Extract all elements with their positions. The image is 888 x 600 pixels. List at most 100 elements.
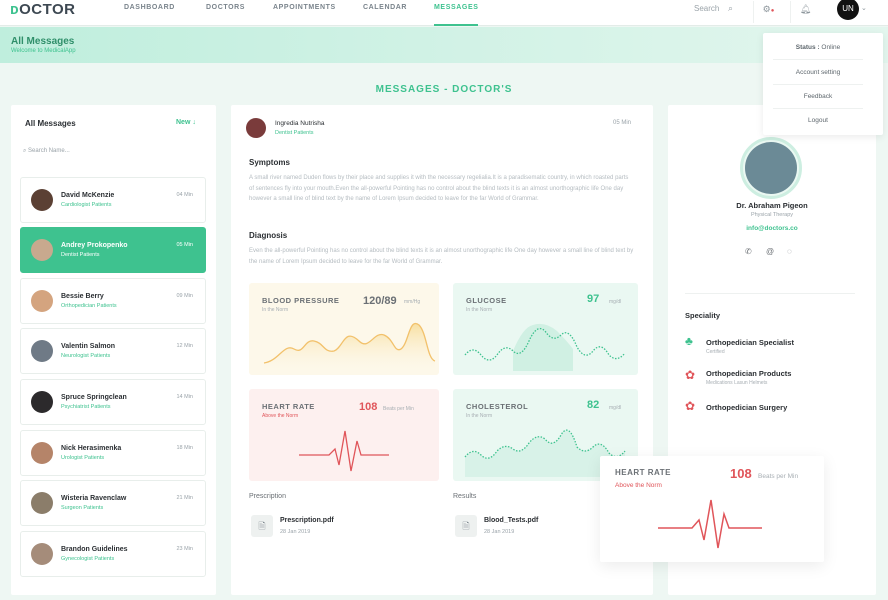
contact-specialty: Dentist Patients xyxy=(61,252,100,258)
messages-list-panel: All Messages New ↓ ⌕ Search Name... Davi… xyxy=(11,105,216,595)
avatar xyxy=(31,492,53,514)
contact-item[interactable]: Wisteria Ravenclaw Surgeon Patients 21 M… xyxy=(20,480,206,526)
contact-time: 14 Min xyxy=(176,394,193,400)
heart-rate-wave xyxy=(299,430,389,472)
user-avatar[interactable]: UN xyxy=(837,0,859,20)
contact-time: 04 Min xyxy=(176,192,193,198)
symptoms-text: A small river named Duden flows by their… xyxy=(249,175,629,202)
pdf-file-icon[interactable]: 🗎︎ xyxy=(455,515,477,537)
conversation-specialty: Dentist Patients xyxy=(275,130,314,136)
doctor-avatar xyxy=(745,142,797,194)
surgery-icon: ✿ xyxy=(685,399,696,413)
contact-item[interactable]: Nick Herasimenka Urologist Patients 18 M… xyxy=(20,430,206,476)
products-icon: ✿ xyxy=(685,368,696,382)
glucose-card[interactable]: GLUCOSE In the Norm 97 mg/dl xyxy=(453,283,638,375)
file-name[interactable]: Blood_Tests.pdf xyxy=(484,517,538,524)
contact-item-selected[interactable]: Andrey Prokopenko Dentist Patients 05 Mi… xyxy=(20,227,206,273)
contact-name: David McKenzie xyxy=(61,192,115,199)
search-icon[interactable]: ⌕ xyxy=(728,3,733,14)
results-label: Results xyxy=(453,493,477,500)
doctor-email[interactable]: info@doctors.co xyxy=(668,225,876,232)
certificate-icon: ♣ xyxy=(685,334,693,348)
heart-rate-card[interactable]: HEART RATE Above the Norm 108 Beats per … xyxy=(249,389,439,481)
nav-appointments[interactable]: APPOINTMENTS xyxy=(273,0,336,26)
contact-specialty: Cardiologist Patients xyxy=(61,202,112,208)
new-message-button[interactable]: New ↓ xyxy=(176,119,196,126)
contact-name: Andrey Prokopenko xyxy=(61,242,128,249)
speciality-name: Orthopedician Specialist xyxy=(706,338,794,347)
prescription-label: Prescription xyxy=(249,493,286,500)
stethoscope-icon: ᴅ xyxy=(10,1,20,18)
contact-time: 18 Min xyxy=(176,445,193,451)
name-search-input[interactable]: ⌕ Search Name... xyxy=(23,148,70,155)
contact-time: 12 Min xyxy=(176,343,193,349)
phone-icon[interactable]: ✆ xyxy=(745,247,752,256)
chevron-down-icon[interactable]: ⌄ xyxy=(861,4,867,12)
contact-name: Wisteria Ravenclaw xyxy=(61,495,127,502)
pdf-file-icon[interactable]: 🗎︎ xyxy=(251,515,273,537)
speciality-name: Orthopedician Surgery xyxy=(706,403,788,412)
contact-specialty: Surgeon Patients xyxy=(61,505,104,511)
doctor-role: Physical Therapy xyxy=(750,212,794,218)
contact-item[interactable]: Bessie Berry Orthopedician Patients 09 M… xyxy=(20,278,206,324)
top-bar: ᴅOCTOR DASHBOARD DOCTORS APPOINTMENTS CA… xyxy=(0,0,888,26)
avatar xyxy=(31,340,53,362)
nav-dashboard[interactable]: DASHBOARD xyxy=(124,0,175,26)
page-subtitle: Welcome to MedicalApp xyxy=(11,48,76,54)
contact-item[interactable]: Valentin Salmon Neurologist Patients 12 … xyxy=(20,328,206,374)
contact-item[interactable]: Brandon Guidelines Gynecologist Patients… xyxy=(20,531,206,577)
contact-time: 05 Min xyxy=(176,242,193,248)
avatar xyxy=(31,290,53,312)
heart-rate-wave xyxy=(658,499,762,549)
contact-name: Spruce Springclean xyxy=(61,394,127,401)
arrow-down-icon: ↓ xyxy=(192,119,196,126)
avatar xyxy=(31,189,53,211)
contact-time: 23 Min xyxy=(176,546,193,552)
menu-item-account-setting[interactable]: Account setting xyxy=(763,69,873,76)
contact-name: Bessie Berry xyxy=(61,293,104,300)
divider xyxy=(773,108,863,109)
contact-time: 21 Min xyxy=(176,495,193,501)
search-icon: ⌕ xyxy=(23,148,27,154)
speciality-sub: Medications Lasun Helmets xyxy=(706,380,768,386)
conversation-time: 05 Min xyxy=(613,120,632,126)
heart-rate-popup-card[interactable]: HEART RATE Above the Norm 108 Beats per … xyxy=(600,456,824,562)
speciality-name: Orthopedician Products xyxy=(706,369,792,378)
contact-item[interactable]: Spruce Springclean Psychiatrist Patients… xyxy=(20,379,206,425)
contact-item[interactable]: David McKenzie Cardiologist Patients 04 … xyxy=(20,177,206,223)
page-title: All Messages xyxy=(11,36,75,47)
settings-icon[interactable]: ⚙● xyxy=(753,1,783,23)
menu-item-feedback[interactable]: Feedback xyxy=(763,93,873,100)
blood-pressure-card[interactable]: BLOOD PRESSURE In the Norm 120/89 mm/Hg xyxy=(249,283,439,375)
file-date: 28 Jan 2019 xyxy=(484,529,515,535)
contact-specialty: Gynecologist Patients xyxy=(61,556,115,562)
menu-item-logout[interactable]: Logout xyxy=(763,117,873,124)
avatar xyxy=(31,543,53,565)
nav-doctors[interactable]: DOCTORS xyxy=(206,0,245,26)
contact-name: Nick Herasimenka xyxy=(61,445,122,452)
contact-specialty: Psychiatrist Patients xyxy=(61,404,111,410)
nav-calendar[interactable]: CALENDAR xyxy=(363,0,407,26)
doctor-name: Dr. Abraham Pigeon xyxy=(736,201,808,210)
chat-icon[interactable]: ◌ xyxy=(787,247,792,256)
diagnosis-text: Even the all-powerful Pointing has no co… xyxy=(249,248,634,265)
speciality-title: Speciality xyxy=(685,311,721,320)
avatar xyxy=(31,391,53,413)
bell-icon[interactable]: 🔔︎ xyxy=(790,1,820,23)
status-line: Status : Online xyxy=(795,44,841,51)
nav-messages[interactable]: MESSAGES xyxy=(434,0,479,26)
page-header: All Messages Welcome to MedicalApp xyxy=(0,27,888,63)
email-icon[interactable]: @ xyxy=(766,247,774,256)
avatar xyxy=(31,239,53,261)
diagnosis-title: Diagnosis xyxy=(249,231,288,240)
contact-specialty: Orthopedician Patients xyxy=(61,303,117,309)
search-input[interactable]: Search xyxy=(694,4,719,13)
symptoms-title: Symptoms xyxy=(249,158,290,167)
file-date: 28 Jan 2019 xyxy=(280,529,311,535)
app-logo[interactable]: ᴅOCTOR xyxy=(10,1,76,18)
blood-pressure-wave xyxy=(263,322,436,375)
contact-specialty: Neurologist Patients xyxy=(61,353,111,359)
file-name[interactable]: Prescription.pdf xyxy=(280,517,334,524)
speciality-sub: Certified xyxy=(706,349,725,355)
section-title: MESSAGES - DOCTOR'S xyxy=(375,84,513,95)
